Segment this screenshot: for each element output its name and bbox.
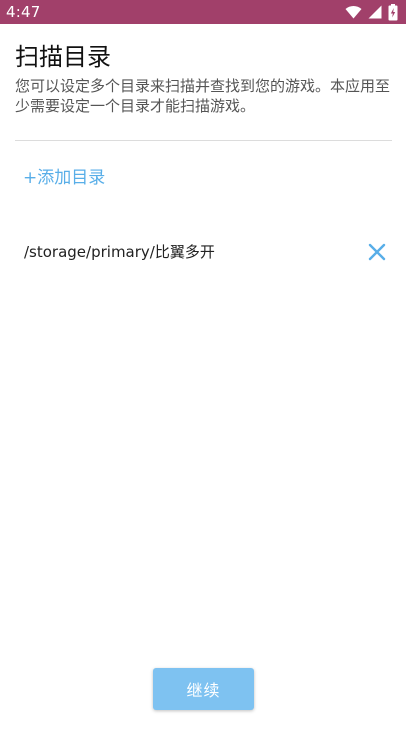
status-bar: 4:47 [0,0,406,24]
header: 扫描目录 您可以设定多个目录来扫描并查找到您的游戏。本应用至少需要设定一个目录才… [15,40,395,116]
close-icon [368,243,386,261]
wifi-icon [345,5,362,19]
page-description: 您可以设定多个目录来扫描并查找到您的游戏。本应用至少需要设定一个目录才能扫描游戏… [15,77,391,115]
status-icons [345,3,398,21]
status-time: 4:47 [6,3,41,21]
divider [15,140,392,141]
continue-button[interactable]: 继续 [153,668,254,710]
directory-path: /storage/primary/比翼多开 [24,243,215,261]
add-directory-button[interactable]: +添加目录 [23,165,105,191]
battery-charging-icon [388,3,398,21]
directory-row: /storage/primary/比翼多开 [24,238,388,266]
page-title: 扫描目录 [15,43,111,71]
cell-signal-icon [368,5,382,19]
remove-directory-button[interactable] [366,241,388,263]
